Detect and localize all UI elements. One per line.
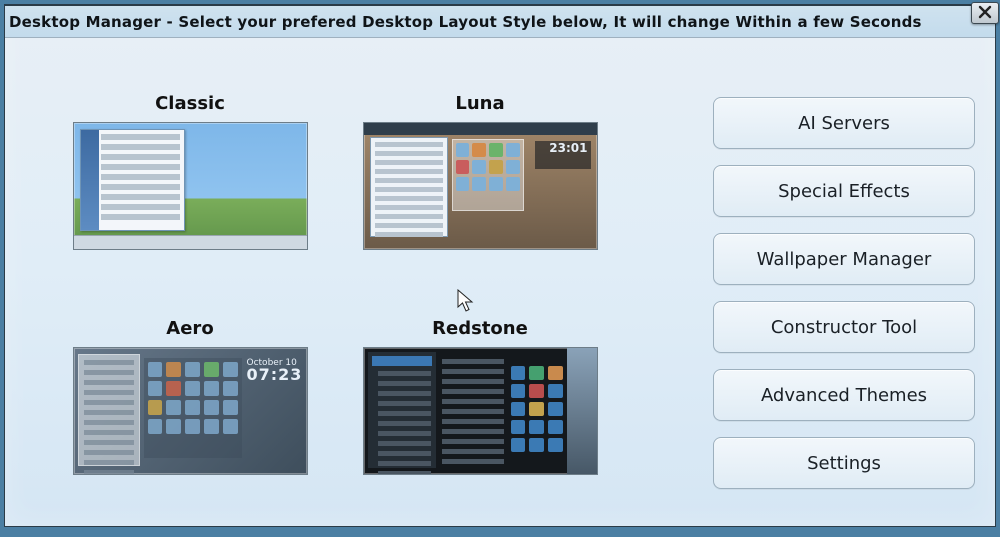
sidebar: AI Servers Special Effects Wallpaper Man… [713, 93, 975, 502]
button-label: AI Servers [798, 113, 890, 134]
constructor-tool-button[interactable]: Constructor Tool [713, 301, 975, 353]
button-label: Special Effects [778, 181, 910, 202]
thumb-clock: October 10 07:23 [247, 358, 303, 380]
settings-button[interactable]: Settings [713, 437, 975, 489]
button-label: Settings [807, 453, 881, 474]
layout-option-aero[interactable]: Aero October 10 07:23 [65, 318, 315, 488]
layout-grid: Classic Luna 23:01 [65, 93, 713, 502]
advanced-themes-button[interactable]: Advanced Themes [713, 369, 975, 421]
layout-option-classic[interactable]: Classic [65, 93, 315, 263]
close-icon [978, 4, 992, 23]
layout-thumbnail-aero: October 10 07:23 [73, 347, 308, 475]
special-effects-button[interactable]: Special Effects [713, 165, 975, 217]
window-title: Desktop Manager - Select your prefered D… [9, 13, 922, 31]
ai-servers-button[interactable]: AI Servers [713, 97, 975, 149]
titlebar: Desktop Manager - Select your prefered D… [5, 6, 995, 38]
layout-thumbnail-classic [73, 122, 308, 250]
button-label: Constructor Tool [771, 317, 917, 338]
wallpaper-manager-button[interactable]: Wallpaper Manager [713, 233, 975, 285]
desktop-manager-window: Desktop Manager - Select your prefered D… [4, 4, 996, 527]
layout-option-luna[interactable]: Luna 23:01 [355, 93, 605, 263]
close-button[interactable] [971, 2, 999, 24]
button-label: Advanced Themes [761, 385, 927, 406]
layout-option-redstone[interactable]: Redstone [355, 318, 605, 488]
layout-thumbnail-luna: 23:01 [363, 122, 598, 250]
thumb-clock: 23:01 [535, 141, 591, 169]
layout-thumbnail-redstone [363, 347, 598, 475]
layout-label: Classic [155, 93, 225, 114]
layout-label: Aero [166, 318, 213, 339]
layout-label: Redstone [432, 318, 528, 339]
button-label: Wallpaper Manager [757, 249, 932, 270]
layout-label: Luna [455, 93, 504, 114]
